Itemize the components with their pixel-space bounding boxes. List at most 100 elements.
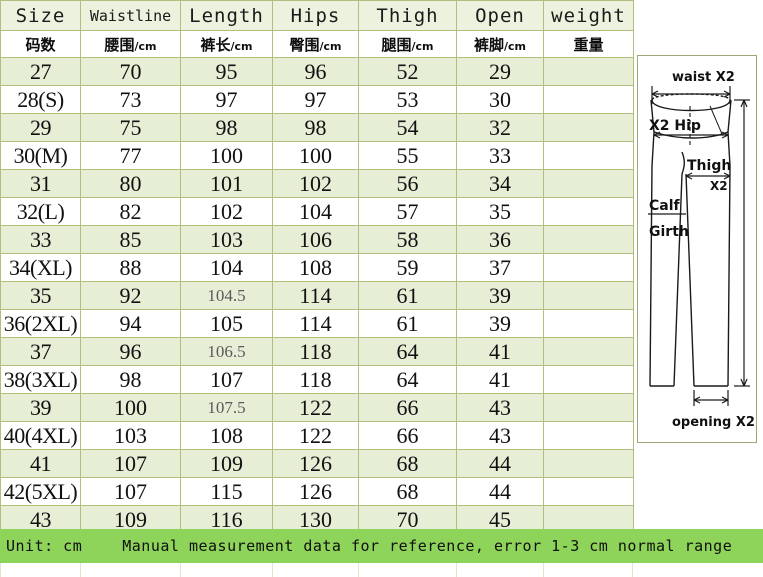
cell-size: 38(3XL) <box>0 365 81 394</box>
cell-length: 101 <box>180 169 273 198</box>
column-header-en-0: Size <box>0 0 81 31</box>
cell-open: 39 <box>456 281 544 310</box>
cell-weight <box>543 421 634 450</box>
column-header-en-4: Thigh <box>358 0 457 31</box>
grid-continuation <box>0 563 633 577</box>
table-row: 27 70 95 96 52 29 <box>0 57 634 86</box>
cell-waistline: 88 <box>80 253 181 282</box>
cell-open: 39 <box>456 309 544 338</box>
table-row: 37 96 106.5 118 64 41 <box>0 337 634 366</box>
table-row: 28(S) 73 97 97 53 30 <box>0 85 634 114</box>
cell-thigh: 54 <box>358 113 457 142</box>
table-row: 32(L) 82 102 104 57 35 <box>0 197 634 226</box>
cell-open: 44 <box>456 449 544 478</box>
cell-length: 104.5 <box>180 281 273 310</box>
cell-waistline: 82 <box>80 197 181 226</box>
cell-hips: 126 <box>272 477 359 506</box>
column-header-en-3: Hips <box>272 0 359 31</box>
cell-length: 107 <box>180 365 273 394</box>
cell-length: 95 <box>180 57 273 86</box>
cell-hips: 114 <box>272 309 359 338</box>
cell-weight <box>543 141 634 170</box>
cell-weight <box>543 85 634 114</box>
cell-waistline: 98 <box>80 365 181 394</box>
cell-waistline: 94 <box>80 309 181 338</box>
table-row: 40(4XL) 103 108 122 66 43 <box>0 421 634 450</box>
cell-weight <box>543 197 634 226</box>
cell-size: 31 <box>0 169 81 198</box>
column-header-en-6: weight <box>543 0 634 31</box>
cell-open: 34 <box>456 169 544 198</box>
measurement-note: Manual measurement data for reference, e… <box>122 537 733 555</box>
cell-weight <box>543 337 634 366</box>
cell-open: 44 <box>456 477 544 506</box>
cell-thigh: 68 <box>358 449 457 478</box>
cell-hips: 106 <box>272 225 359 254</box>
diagram-label-thigh: Thigh <box>687 158 731 174</box>
cell-waistline: 80 <box>80 169 181 198</box>
table-row: 41 107 109 126 68 44 <box>0 449 634 478</box>
cell-length: 98 <box>180 113 273 142</box>
column-header-cn-2: 裤长/cm <box>180 30 273 58</box>
cell-hips: 104 <box>272 197 359 226</box>
cell-weight <box>543 365 634 394</box>
size-chart-root: Size Waistline Length Hips Thigh Open weight 码数… <box>0 0 763 577</box>
cell-length: 108 <box>180 421 273 450</box>
cell-waistline: 70 <box>80 57 181 86</box>
cell-thigh: 64 <box>358 337 457 366</box>
cell-open: 36 <box>456 225 544 254</box>
table-header-row-cn: 码数 腰围/cm 裤长/cm 臀围/cm 腿围/cm 裤脚/cm 重量 <box>0 30 634 58</box>
cell-thigh: 55 <box>358 141 457 170</box>
cell-size: 30(M) <box>0 141 81 170</box>
cell-waistline: 96 <box>80 337 181 366</box>
diagram-label-hip: X2 Hip <box>649 118 701 134</box>
cell-size: 32(L) <box>0 197 81 226</box>
cell-waistline: 77 <box>80 141 181 170</box>
diagram-label-waist: waist X2 <box>672 70 735 85</box>
cell-size: 42(5XL) <box>0 477 81 506</box>
column-header-cn-3: 臀围/cm <box>272 30 359 58</box>
cell-hips: 96 <box>272 57 359 86</box>
cell-thigh: 57 <box>358 197 457 226</box>
cell-hips: 98 <box>272 113 359 142</box>
cell-open: 41 <box>456 337 544 366</box>
cell-thigh: 52 <box>358 57 457 86</box>
cell-size: 41 <box>0 449 81 478</box>
cell-hips: 108 <box>272 253 359 282</box>
cell-size: 27 <box>0 57 81 86</box>
cell-thigh: 61 <box>358 309 457 338</box>
cell-hips: 114 <box>272 281 359 310</box>
column-header-en-5: Open <box>456 0 544 31</box>
table-row: 39 100 107.5 122 66 43 <box>0 393 634 422</box>
unit-label: Unit: cm <box>6 537 83 555</box>
cell-open: 37 <box>456 253 544 282</box>
cell-waistline: 85 <box>80 225 181 254</box>
cell-weight <box>543 113 634 142</box>
diagram-label-opening: opening X2 <box>672 415 755 430</box>
cell-weight <box>543 309 634 338</box>
cell-hips: 126 <box>272 449 359 478</box>
cell-waistline: 92 <box>80 281 181 310</box>
size-table: Size Waistline Length Hips Thigh Open weight 码数… <box>0 0 634 562</box>
diagram-label-girth: Girth <box>649 224 689 240</box>
cell-length: 109 <box>180 449 273 478</box>
cell-weight <box>543 449 634 478</box>
cell-waistline: 73 <box>80 85 181 114</box>
table-row: 35 92 104.5 114 61 39 <box>0 281 634 310</box>
cell-length: 102 <box>180 197 273 226</box>
column-header-cn-0: 码数 <box>0 30 81 58</box>
diagram-label-calf: Calf <box>649 198 681 214</box>
cell-waistline: 107 <box>80 449 181 478</box>
cell-hips: 122 <box>272 421 359 450</box>
cell-hips: 118 <box>272 337 359 366</box>
cell-hips: 122 <box>272 393 359 422</box>
cell-size: 40(4XL) <box>0 421 81 450</box>
cell-thigh: 66 <box>358 393 457 422</box>
cell-waistline: 75 <box>80 113 181 142</box>
cell-size: 34(XL) <box>0 253 81 282</box>
table-header-row-en: Size Waistline Length Hips Thigh Open weight <box>0 0 634 31</box>
column-header-cn-4: 腿围/cm <box>358 30 457 58</box>
cell-size: 36(2XL) <box>0 309 81 338</box>
table-row: 33 85 103 106 58 36 <box>0 225 634 254</box>
table-row: 30(M) 77 100 100 55 33 <box>0 141 634 170</box>
